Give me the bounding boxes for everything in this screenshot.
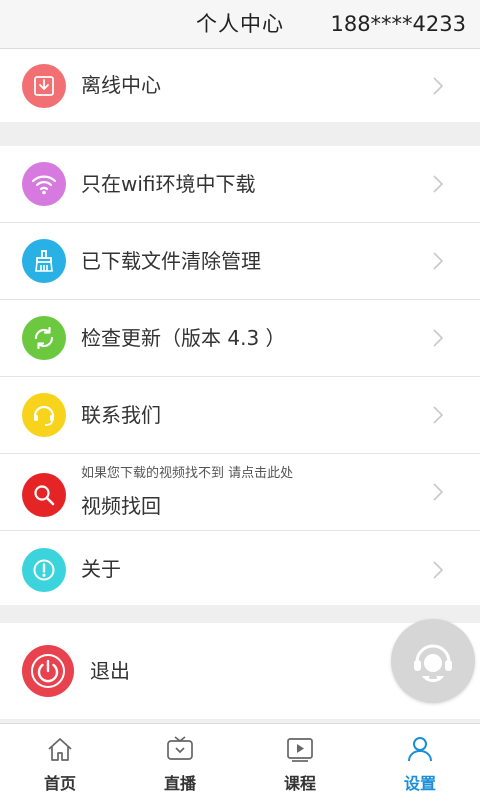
settings-group: 只在wifi环境中下载 已下载文件清除管理 检查更新（版本 4.3 ） 联系我们…: [0, 146, 480, 605]
menu-item-clear-downloads[interactable]: 已下载文件清除管理: [0, 223, 480, 300]
chevron-right-icon: [433, 560, 444, 579]
logout-label: 退出: [90, 659, 130, 683]
tab-live[interactable]: 直播: [120, 724, 240, 801]
menu-item-about[interactable]: 关于: [0, 531, 480, 608]
menu-item-label: 检查更新（版本 4.3 ）: [81, 326, 286, 350]
menu-item-label: 关于: [81, 557, 121, 581]
broom-icon: [22, 239, 66, 283]
user-phone: 188****4233: [330, 12, 466, 36]
chevron-right-icon: [433, 175, 444, 193]
download-icon: [22, 63, 66, 108]
menu-item-contact-us[interactable]: 联系我们: [0, 377, 480, 454]
menu-item-offline[interactable]: 离线中心: [0, 49, 480, 122]
refresh-icon: [22, 316, 66, 360]
menu-item-video-recovery[interactable]: 如果您下载的视频找不到 请点击此处 视频找回: [0, 454, 480, 531]
tab-settings[interactable]: 设置: [360, 724, 480, 801]
tv-icon: [167, 736, 193, 760]
tab-courses[interactable]: 课程: [240, 724, 360, 801]
tab-label: 课程: [283, 774, 316, 793]
video-recovery-hint: 如果您下载的视频找不到 请点击此处: [81, 466, 294, 481]
info-icon: [22, 547, 66, 592]
search-icon: [22, 473, 66, 517]
bottom-tab-bar: 首页 直播 课程 设置: [0, 723, 480, 801]
tab-label: 首页: [43, 774, 76, 793]
wifi-icon: [22, 162, 66, 206]
tab-home[interactable]: 首页: [0, 724, 120, 801]
chevron-right-icon: [433, 483, 444, 501]
headset-icon: [22, 393, 66, 437]
offline-group: 离线中心: [0, 49, 480, 122]
menu-item-label: 联系我们: [81, 403, 161, 427]
header-bar: 个人中心 188****4233: [0, 0, 480, 49]
menu-item-check-update[interactable]: 检查更新（版本 4.3 ）: [0, 300, 480, 377]
menu-item-label: 只在wifi环境中下载: [81, 172, 256, 196]
chevron-right-icon: [433, 329, 444, 347]
chevron-right-icon: [433, 406, 444, 424]
menu-item-wifi-download[interactable]: 只在wifi环境中下载: [0, 146, 480, 223]
menu-item-label: 已下载文件清除管理: [81, 249, 261, 273]
chevron-right-icon: [433, 76, 444, 95]
menu-item-label: 视频找回: [81, 494, 161, 518]
home-icon: [48, 738, 72, 761]
customer-service-button[interactable]: [391, 619, 475, 703]
power-icon: [22, 645, 74, 697]
chevron-right-icon: [433, 252, 444, 270]
tab-label: 设置: [403, 774, 436, 793]
user-icon: [408, 737, 432, 762]
customer-service-icon: [414, 644, 452, 682]
tab-label: 直播: [163, 774, 196, 793]
play-icon: [287, 738, 313, 762]
menu-item-label: 离线中心: [81, 73, 161, 97]
